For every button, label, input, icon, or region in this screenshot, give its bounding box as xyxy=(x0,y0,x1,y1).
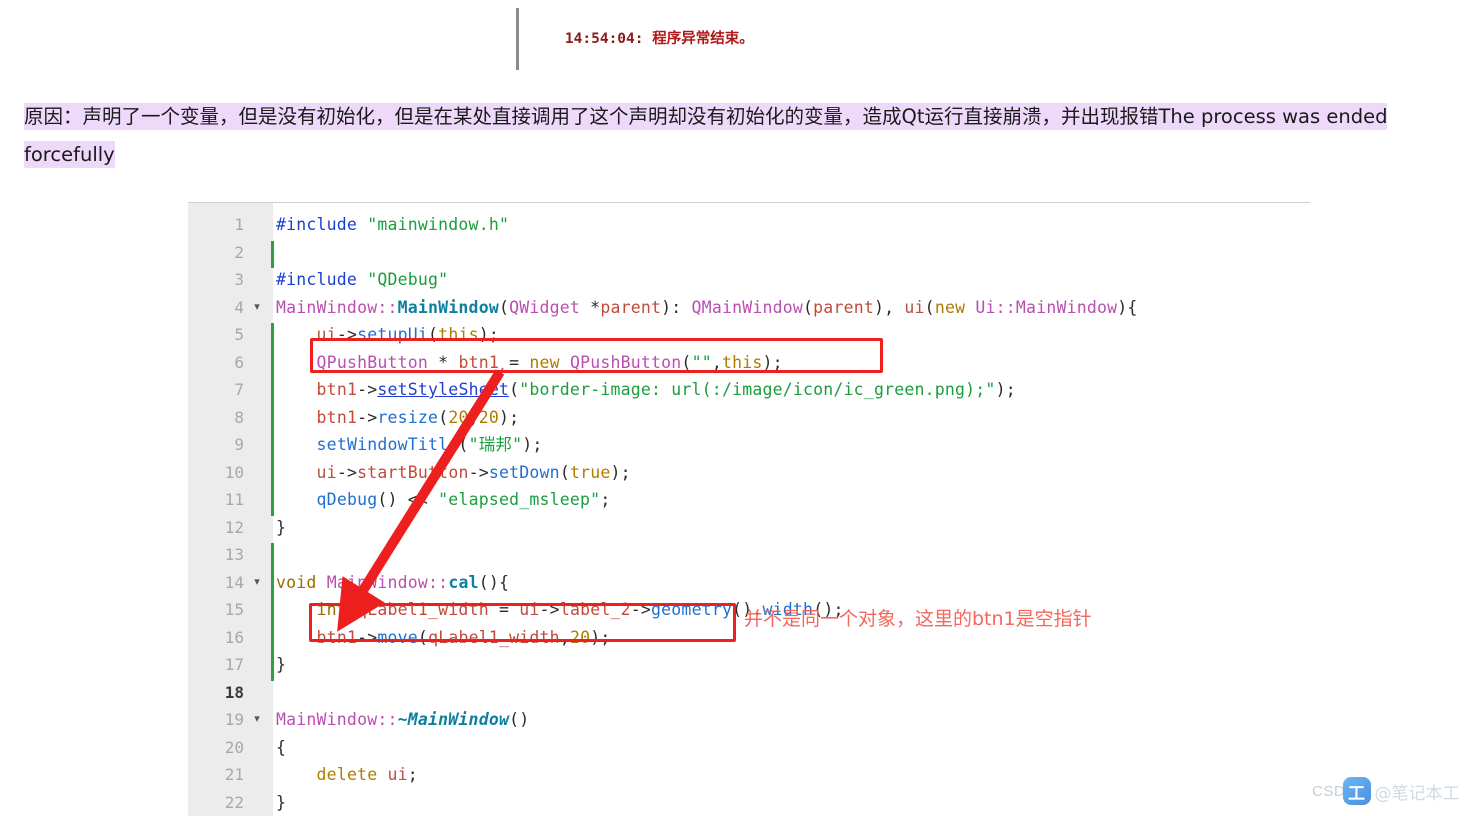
code-text: qDebug() << "elapsed_msleep"; xyxy=(276,486,610,514)
code-text: MainWindow::MainWindow(QWidget *parent):… xyxy=(276,294,1138,322)
code-line[interactable]: 3 #include "QDebug" xyxy=(188,266,1310,294)
line-number: 13 xyxy=(188,541,244,569)
code-line[interactable]: 1 #include "mainwindow.h" xyxy=(188,211,1310,239)
code-line[interactable]: 17} xyxy=(188,651,1310,679)
line-number: 5 xyxy=(188,321,244,349)
code-text: QPushButton * btn1 = new QPushButton("",… xyxy=(276,349,783,377)
code-line[interactable]: 5 ui->setupUi(this); xyxy=(188,321,1310,349)
code-text: ui->startButton->setDown(true); xyxy=(276,459,631,487)
code-line[interactable]: 9 setWindowTitle("瑞邦"); xyxy=(188,431,1310,459)
console-output-excerpt: 14:54:04: 程序异常结束。 14:54:04: The process … xyxy=(516,8,1036,70)
line-number: 10 xyxy=(188,459,244,487)
code-text: #include "mainwindow.h" xyxy=(276,211,509,239)
line-number: 11 xyxy=(188,486,244,514)
code-line[interactable]: 7 btn1->setStyleSheet("border-image: url… xyxy=(188,376,1310,404)
line-number: 18 xyxy=(188,679,244,707)
code-text: } xyxy=(276,514,286,542)
line-number: 22 xyxy=(188,789,244,816)
code-text: } xyxy=(276,789,286,816)
line-number: 12 xyxy=(188,514,244,542)
code-text: setWindowTitle("瑞邦"); xyxy=(276,431,543,459)
fold-toggle-icon[interactable]: ▾ xyxy=(250,294,264,322)
console-line-cn: 14:54:04: 程序异常结束。 xyxy=(516,8,1036,70)
line-number: 21 xyxy=(188,761,244,789)
code-line[interactable]: 13 xyxy=(188,541,1310,569)
line-number: 14 xyxy=(188,569,244,597)
code-line[interactable]: 12} xyxy=(188,514,1310,542)
code-line[interactable]: 8 btn1->resize(20,20); xyxy=(188,404,1310,432)
line-number: 2 xyxy=(188,239,244,267)
watermark-username: @笔记本工 xyxy=(1375,779,1460,804)
code-text: btn1->resize(20,20); xyxy=(276,404,519,432)
console-message-cn: 程序异常结束。 xyxy=(644,31,754,47)
line-number: 9 xyxy=(188,431,244,459)
code-line[interactable]: 10 ui->startButton->setDown(true); xyxy=(188,459,1310,487)
code-text: void MainWindow::cal(){ xyxy=(276,569,509,597)
code-line[interactable]: 18 xyxy=(188,679,1310,707)
code-text: MainWindow::~MainWindow() xyxy=(276,706,529,734)
watermark-logo-icon: 工 xyxy=(1343,777,1371,805)
console-gutter-bar xyxy=(516,8,519,70)
line-number: 17 xyxy=(188,651,244,679)
code-line[interactable]: 11 qDebug() << "elapsed_msleep"; xyxy=(188,486,1310,514)
csdn-watermark: CSDN 工 @笔记本工 xyxy=(1312,774,1460,808)
explanation-paragraph: 原因：声明了一个变量，但是没有初始化，但是在某处直接调用了这个声明却没有初始化的… xyxy=(24,98,1424,174)
code-text: btn1->move(qLabel1_width,20); xyxy=(276,624,611,652)
line-number: 4 xyxy=(188,294,244,322)
code-line[interactable]: 21 delete ui; xyxy=(188,761,1310,789)
code-block: 1 #include "mainwindow.h" 23 #include "QDeb… xyxy=(188,202,1310,816)
code-text: } xyxy=(276,651,286,679)
code-line[interactable]: 4▾ MainWindow::MainWindow(QWidget *parent… xyxy=(188,294,1310,322)
line-number: 7 xyxy=(188,376,244,404)
line-number: 3 xyxy=(188,266,244,294)
fold-toggle-icon[interactable]: ▾ xyxy=(250,569,264,597)
code-lines-container[interactable]: 1 #include "mainwindow.h" 23 #include "QDeb… xyxy=(188,211,1310,816)
console-timestamp: 14:54:04: xyxy=(565,31,644,47)
annotation-note-btn1: 并不是同一个对象，这里的btn1是空指针 xyxy=(744,606,1092,632)
line-number: 20 xyxy=(188,734,244,762)
change-bar-segment xyxy=(271,323,274,516)
code-line[interactable]: 19▾ MainWindow::~MainWindow() xyxy=(188,706,1310,734)
code-line[interactable]: 14▾ void MainWindow::cal(){ xyxy=(188,569,1310,597)
line-number: 8 xyxy=(188,404,244,432)
code-text: { xyxy=(276,734,286,762)
change-bar-segment xyxy=(271,241,274,269)
line-number: 1 xyxy=(188,211,244,239)
line-number: 19 xyxy=(188,706,244,734)
code-text: ui->setupUi(this); xyxy=(276,321,499,349)
line-number: 6 xyxy=(188,349,244,377)
code-text: btn1->setStyleSheet("border-image: url(:… xyxy=(276,376,1016,404)
line-number: 16 xyxy=(188,624,244,652)
fold-toggle-icon[interactable]: ▾ xyxy=(250,706,264,734)
change-bar-segment xyxy=(271,543,274,681)
code-text: #include "QDebug" xyxy=(276,266,448,294)
code-line[interactable]: 22} xyxy=(188,789,1310,816)
code-text: delete ui; xyxy=(276,761,418,789)
code-line[interactable]: 20 { xyxy=(188,734,1310,762)
line-number: 15 xyxy=(188,596,244,624)
code-line[interactable]: 6 QPushButton * btn1 = new QPushButton("… xyxy=(188,349,1310,377)
explanation-highlighted-text: 原因：声明了一个变量，但是没有初始化，但是在某处直接调用了这个声明却没有初始化的… xyxy=(24,103,1387,168)
code-line[interactable]: 2 xyxy=(188,239,1310,267)
